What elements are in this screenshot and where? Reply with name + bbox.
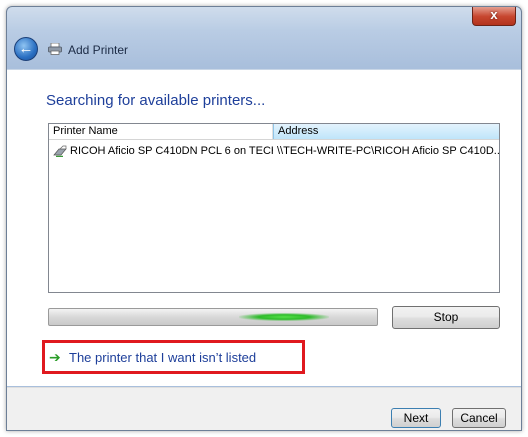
column-header-printer-name[interactable]: Printer Name [49,124,273,139]
printer-name-text: RICOH Aficio SP C410DN PCL 6 on TECH... [70,145,273,157]
printer-not-listed-link[interactable]: The printer that I want isn’t listed [69,350,256,365]
progress-indicator [239,313,329,321]
printer-icon [48,43,62,55]
printer-icon [53,145,67,157]
add-printer-window: x ← Add Printer Searching for available … [6,6,522,431]
close-button[interactable]: x [472,7,516,26]
window-title: Add Printer [68,43,129,57]
next-button[interactable]: Next [391,408,441,428]
stop-button[interactable]: Stop [392,306,500,329]
wizard-content: Searching for available printers... Prin… [7,69,521,386]
printer-address-cell: \\TECH-WRITE-PC\RICOH Aficio SP C410D... [277,145,499,157]
page-heading: Searching for available printers... [46,92,266,109]
search-progress-bar [48,308,378,326]
cancel-button[interactable]: Cancel [452,408,506,428]
list-item[interactable]: RICOH Aficio SP C410DN PCL 6 on TECH... … [49,142,499,160]
highlight-box: ➔ The printer that I want isn’t listed [42,340,305,374]
green-arrow-icon: ➔ [49,349,61,365]
wizard-footer: Next Cancel [7,387,521,430]
printer-list[interactable]: Printer Name Address RICOH Aficio SP C41… [48,123,500,293]
back-arrow-icon[interactable]: ← [14,37,38,61]
column-header-address[interactable]: Address [273,124,499,139]
list-header: Printer Name Address [49,124,499,140]
printer-name-cell: RICOH Aficio SP C410DN PCL 6 on TECH... [49,145,273,157]
